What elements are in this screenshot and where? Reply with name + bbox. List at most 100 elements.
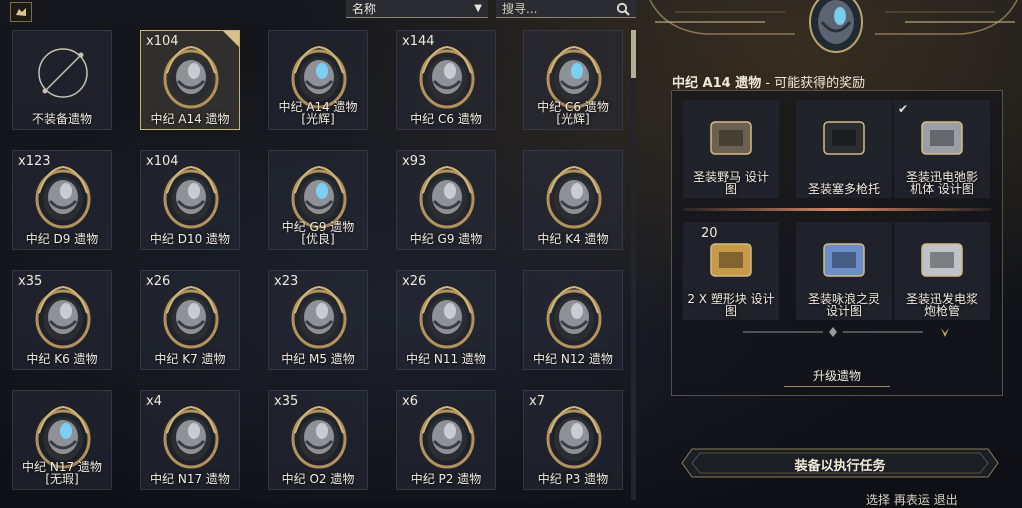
relic-name: 中纪 D9 遗物 [25,232,99,246]
relic-count: x104 [146,34,179,49]
relic-card[interactable]: x144 中纪 C6 遗物 [396,30,496,130]
scrollbar-thumb[interactable] [631,30,636,78]
relic-count: x26 [146,274,171,289]
relic-card[interactable]: 中纪 G9 遗物 [优良] [268,150,368,250]
reward-name: 圣装野马 设计图 [693,170,769,196]
relic-count: x35 [18,274,43,289]
relic-icon [546,165,602,229]
relic-card[interactable]: x35 中纪 O2 遗物 [268,390,368,490]
relic-icon [419,285,475,349]
reward-panel-title-suffix: - 可能获得的奖励 [761,76,866,91]
relic-count: x7 [529,394,545,409]
relic-card[interactable]: x104 中纪 A14 遗物 [140,30,240,130]
relic-count: x35 [274,394,299,409]
relic-card[interactable]: 中纪 K4 遗物 [523,150,623,250]
reward-item-image [921,121,963,155]
relic-name: 中纪 G9 遗物 [409,232,483,246]
reward-name: 圣装咏浪之灵 设计图 [807,292,880,318]
relic-name: 中纪 N11 遗物 [406,352,486,366]
relic-icon [163,45,219,109]
relic-count: x144 [402,34,435,49]
relic-card[interactable]: x123 中纪 D9 遗物 [12,150,112,250]
search-placeholder: 搜寻... [502,2,538,16]
search-input[interactable]: 搜寻... [496,0,636,18]
relic-name: 中纪 N17 遗物 [150,472,230,486]
reward-item[interactable]: 圣装塞多枪托 [796,100,892,198]
reward-item-image [710,121,752,155]
relic-name: 中纪 K6 遗物 [26,352,98,366]
equip-button-label: 装备以执行任务 [794,459,886,474]
reward-panel-title: 中纪 A14 遗物 - 可能获得的奖励 [672,72,865,91]
relic-name: 中纪 M5 遗物 [281,352,355,366]
relic-name: 中纪 A14 遗物 [150,112,230,126]
reward-item[interactable]: ✔ 圣装迅电弛影 机体 设计图 [894,100,990,198]
relic-icon [35,165,91,229]
relic-name: 中纪 P2 遗物 [410,472,482,486]
reward-item[interactable]: 圣装咏浪之灵 设计图 [796,222,892,320]
relic-name: 中纪 C6 遗物 [光辉] [537,100,609,126]
relic-card[interactable]: x7 中纪 P3 遗物 [523,390,623,490]
reward-item[interactable]: 圣装野马 设计图 [683,100,779,198]
reward-panel-relic-name: 中纪 A14 遗物 [672,76,762,91]
relic-icon [163,405,219,469]
relic-name: 中纪 G9 遗物 [优良] [281,220,355,246]
relic-icon [35,285,91,349]
reward-item-image [823,121,865,155]
relic-name: 中纪 N12 遗物 [533,352,613,366]
rarity-divider [683,208,991,211]
relic-card[interactable]: x93 中纪 G9 遗物 [396,150,496,250]
relic-count: x6 [402,394,418,409]
sort-dropdown[interactable]: 名称 ▼ [346,0,488,18]
reward-item-image [921,243,963,277]
relic-icon [419,165,475,229]
relic-count: x104 [146,154,179,169]
relic-icon [291,285,347,349]
reward-item[interactable]: 20 2 X 塑形块 设计图 [683,222,779,320]
relic-count: x93 [402,154,427,169]
rarity-separator-bottom [743,327,949,337]
reward-name: 圣装迅发电浆 炮枪管 [905,292,978,318]
relic-category-icon[interactable] [10,2,32,22]
relic-card[interactable]: 中纪 N12 遗物 [523,270,623,370]
reward-quantity-badge: 20 [701,226,718,241]
relic-icon [546,285,602,349]
relic-card[interactable]: 不装备遗物 [12,30,112,130]
reward-name: 圣装塞多枪托 [807,182,880,196]
relic-name: 中纪 K7 遗物 [154,352,226,366]
relic-icon [546,405,602,469]
no-equip-icon [38,48,88,98]
reward-name: 圣装迅电弛影 机体 设计图 [905,170,978,196]
relic-card[interactable]: x35 中纪 K6 遗物 [12,270,112,370]
chevron-down-icon: ▼ [474,3,482,14]
relic-name: 中纪 A14 遗物 [光辉] [278,100,358,126]
relic-count: x4 [146,394,162,409]
scrollbar-track[interactable] [631,30,636,500]
reward-item[interactable]: 圣装迅发电浆 炮枪管 [894,222,990,320]
selected-corner-marker [223,31,239,47]
relic-card[interactable]: x6 中纪 P2 遗物 [396,390,496,490]
controls-hint: 选择 再表运 退出 [866,493,958,507]
search-icon [616,2,630,16]
relic-card[interactable]: x23 中纪 M5 遗物 [268,270,368,370]
relic-card[interactable]: 中纪 A14 遗物 [光辉] [268,30,368,130]
relic-card[interactable]: x26 中纪 K7 遗物 [140,270,240,370]
relic-card[interactable]: 中纪 N17 遗物 [无瑕] [12,390,112,490]
sort-dropdown-label: 名称 [352,2,377,16]
relic-card[interactable]: x4 中纪 N17 遗物 [140,390,240,490]
upgrade-relic-button[interactable]: 升级遗物 [784,366,890,387]
relic-icon [419,45,475,109]
relic-name: 中纪 P3 遗物 [537,472,609,486]
owned-check-icon: ✔ [898,102,909,116]
equip-for-mission-button[interactable]: 装备以执行任务 [680,447,1000,479]
relic-count: x123 [18,154,51,169]
relic-name: 中纪 K4 遗物 [537,232,609,246]
relic-name: 中纪 C6 遗物 [410,112,482,126]
relic-icon [163,165,219,229]
relic-card[interactable]: x26 中纪 N11 遗物 [396,270,496,370]
relic-name: 中纪 O2 遗物 [281,472,355,486]
relic-count: x26 [402,274,427,289]
relic-card[interactable]: x104 中纪 D10 遗物 [140,150,240,250]
relic-card[interactable]: 中纪 C6 遗物 [光辉] [523,30,623,130]
relic-name: 不装备遗物 [31,112,92,126]
relic-name: 中纪 D10 遗物 [149,232,231,246]
